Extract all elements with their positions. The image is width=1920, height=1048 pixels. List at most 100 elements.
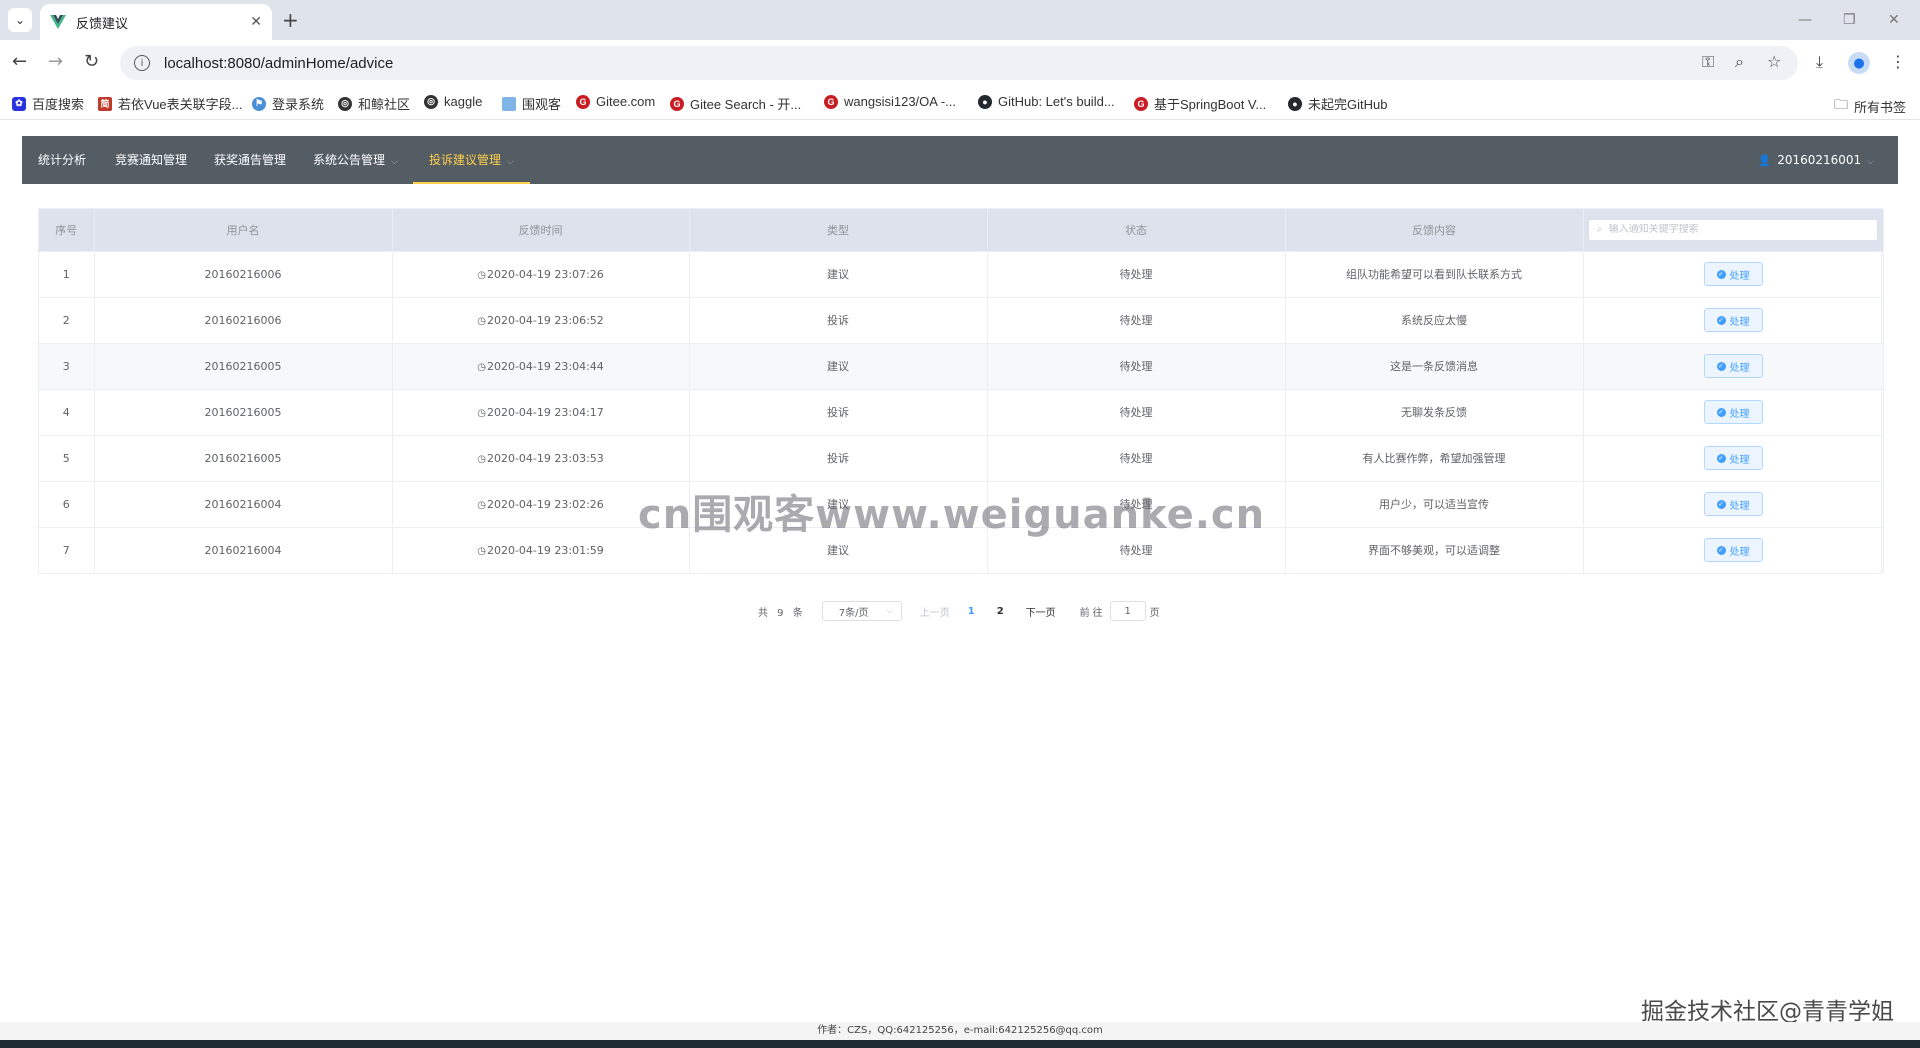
all-bookmarks[interactable]: 🗀 所有书签 — [1834, 94, 1906, 118]
cell-status: 待处理 — [987, 342, 1286, 389]
url-field[interactable]: i localhost:8080/adminHome/advice — [120, 46, 1798, 80]
download-icon[interactable]: ⤓ — [1816, 50, 1823, 74]
bookmark-item[interactable]: ◎ kaggle — [424, 94, 482, 109]
corner-watermark: 掘金技术社区@青青学姐 — [1641, 999, 1894, 1025]
handle-button[interactable]: ✓ 处理 — [1703, 262, 1763, 286]
handle-button[interactable]: ✓ 处理 — [1703, 446, 1763, 470]
cell-username: 20160216004 — [94, 480, 393, 527]
page-size-select[interactable]: 7条/页 ⌵ — [821, 601, 902, 621]
page-number-2[interactable]: 2 — [997, 606, 1004, 617]
nav-item-system-notice[interactable]: 系统公告管理 ⌵ — [313, 136, 398, 184]
cell-content: 系统反应太慢 — [1285, 296, 1584, 343]
cell-index: 1 — [39, 250, 95, 297]
bookmark-item[interactable]: ● GitHub: Let's build... — [978, 94, 1115, 109]
table-row: 2 20160216006 ◷2020-04-19 23:06:52 投诉 待处理 系统反… — [39, 296, 1884, 343]
top-nav-menu: 统计分析 竞赛通知管理 获奖通告管理 系统公告管理 ⌵ 投诉建议管理 ⌵ 👤 2016… — [22, 136, 1898, 184]
page-unit-label: 页 — [1149, 607, 1160, 619]
handle-button[interactable]: ✓ 处理 — [1703, 538, 1763, 563]
vue-logo-icon — [50, 15, 66, 29]
bookmark-item[interactable]: ● 未起完GitHub — [1288, 94, 1387, 113]
bookmark-item[interactable]: ◎ 和鲸社区 — [338, 94, 410, 113]
cell-username: 20160216004 — [94, 526, 393, 573]
password-key-icon[interactable]: ⚿ — [1702, 50, 1714, 74]
check-circle-icon: ✓ — [1716, 545, 1726, 555]
bookmark-item[interactable]: ✿ 百度搜索 — [12, 94, 84, 113]
gitee-icon: G — [824, 94, 838, 109]
page-number-1[interactable]: 1 — [968, 606, 975, 617]
globe-icon: ◎ — [424, 94, 438, 109]
reload-icon[interactable]: ↻ — [84, 50, 99, 74]
cell-index: 4 — [39, 388, 95, 435]
search-input-box[interactable]: ⌕ — [1588, 218, 1878, 241]
column-header-search: ⌕ — [1583, 209, 1884, 251]
baidu-icon: ✿ — [12, 96, 26, 111]
user-menu[interactable]: 👤 20160216001 ⌵ — [1757, 136, 1874, 184]
cell-status: 待处理 — [987, 388, 1286, 435]
user-icon: 👤 — [1757, 154, 1772, 167]
bookmark-item[interactable]: G Gitee.com — [576, 94, 655, 109]
cell-status: 待处理 — [987, 296, 1286, 343]
clock-icon: ◷ — [477, 315, 486, 327]
check-circle-icon: ✓ — [1716, 453, 1726, 463]
bookmarks-bar: ✿ 百度搜索 简若依Vue表关联字段... ⚑ 登录系统 ◎ 和鲸社区 ◎ kaggle… — [0, 86, 1920, 120]
forward-icon[interactable]: → — [48, 50, 63, 74]
nav-item-award-notice[interactable]: 获奖通告管理 — [214, 136, 286, 184]
zoom-icon[interactable]: ⌕ — [1735, 50, 1744, 74]
handle-button[interactable]: ✓ 处理 — [1703, 308, 1763, 332]
bookmark-item[interactable]: G Gitee Search - 开... — [670, 94, 801, 113]
tab-close-icon[interactable]: ✕ — [250, 14, 262, 30]
restore-icon[interactable]: ❐ — [1843, 8, 1856, 32]
cell-username: 20160216005 — [94, 342, 393, 389]
close-window-icon[interactable]: ✕ — [1888, 8, 1900, 32]
cell-username: 20160216006 — [94, 296, 393, 343]
cell-action: ✓ 处理 — [1583, 480, 1884, 527]
column-header-type: 类型 — [689, 209, 988, 251]
bookmark-item[interactable]: ⚑ 登录系统 — [252, 94, 324, 113]
goto-page-input[interactable] — [1109, 601, 1146, 621]
bookmark-item[interactable]: Gwangsisi123/OA -... — [824, 94, 956, 109]
cell-time: ◷2020-04-19 23:04:17 — [392, 388, 690, 435]
cell-time: ◷2020-04-19 23:07:26 — [392, 250, 690, 297]
prev-page-button[interactable]: 上一页 — [920, 604, 950, 619]
chevron-down-icon: ⌵ — [507, 157, 514, 167]
cell-username: 20160216005 — [94, 434, 393, 481]
cell-type: 建议 — [689, 342, 988, 389]
site-watermark: cn围观客www.weiguanke.cn — [638, 492, 1266, 538]
profile-avatar[interactable]: ● — [1848, 52, 1870, 74]
bookmark-item[interactable]: G 基于SpringBoot V... — [1134, 94, 1266, 113]
gitee-icon: G — [1134, 96, 1148, 111]
minimize-icon[interactable]: — — [1798, 8, 1812, 32]
browser-tab[interactable]: 反馈建议 ✕ — [40, 4, 272, 40]
nav-item-statistics[interactable]: 统计分析 — [38, 136, 86, 184]
table-header-row: 序号 用户名 反馈时间 类型 状态 反馈内容 ⌕ — [39, 209, 1884, 251]
nav-item-competition-notice[interactable]: 竞赛通知管理 — [115, 136, 187, 184]
handle-button[interactable]: ✓ 处理 — [1703, 492, 1763, 516]
search-input[interactable] — [1608, 224, 1859, 236]
site-info-icon[interactable]: i — [134, 55, 150, 71]
cell-type: 投诉 — [689, 296, 988, 343]
menu-dots-icon[interactable]: ⋮ — [1890, 50, 1906, 74]
cell-action: ✓ 处理 — [1583, 342, 1884, 389]
new-tab-button[interactable]: + — [282, 8, 299, 32]
bookmark-site-icon: 简 — [98, 96, 112, 111]
column-header-time: 反馈时间 — [392, 209, 690, 251]
tab-search-button[interactable]: ⌄ — [8, 8, 32, 32]
bookmark-star-icon[interactable]: ☆ — [1767, 50, 1781, 74]
chevron-down-icon: ⌵ — [886, 606, 893, 615]
cell-content: 组队功能希望可以看到队长联系方式 — [1285, 250, 1584, 297]
tab-title: 反馈建议 — [76, 16, 129, 32]
cell-type: 投诉 — [689, 388, 988, 435]
handle-button[interactable]: ✓ 处理 — [1703, 400, 1763, 424]
github-icon: ● — [978, 94, 992, 109]
bookmark-item[interactable]: 简若依Vue表关联字段... — [98, 94, 242, 113]
clock-icon: ◷ — [477, 407, 486, 419]
check-circle-icon: ✓ — [1716, 499, 1726, 509]
back-icon[interactable]: ← — [12, 50, 27, 74]
nav-item-complaints[interactable]: 投诉建议管理 ⌵ — [413, 136, 530, 184]
globe-icon: ◎ — [338, 96, 352, 111]
bookmark-site-icon: ⚑ — [252, 96, 266, 111]
next-page-button[interactable]: 下一页 — [1026, 604, 1056, 619]
handle-button[interactable]: ✓ 处理 — [1703, 354, 1763, 378]
clock-icon: ◷ — [477, 499, 486, 511]
bookmark-item[interactable]: 围观客 — [502, 94, 561, 113]
